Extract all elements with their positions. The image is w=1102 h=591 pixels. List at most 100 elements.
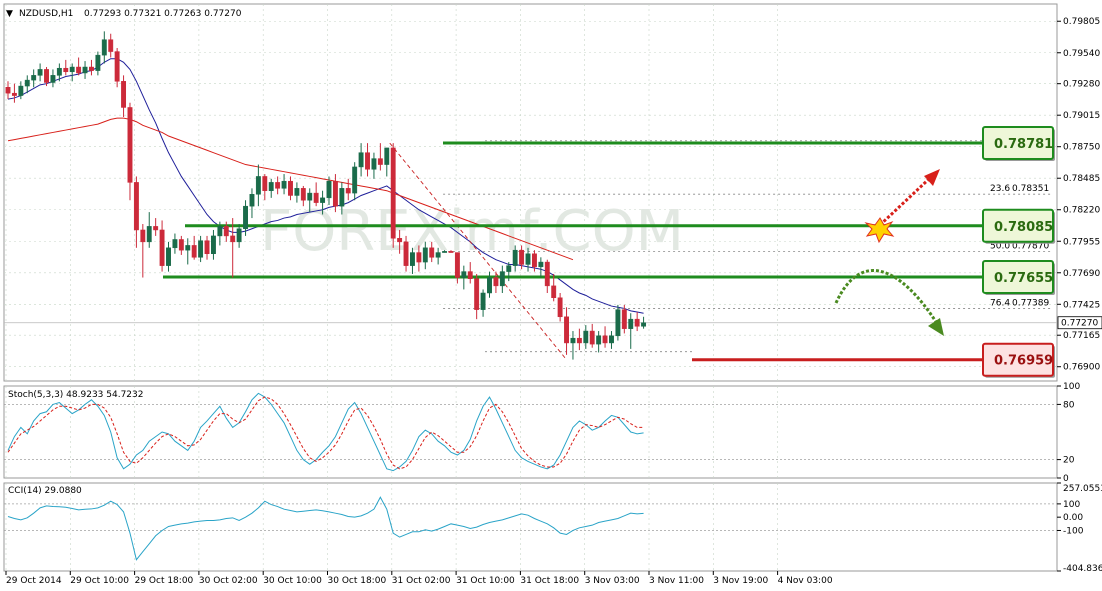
candle-body <box>589 330 595 345</box>
candle-body <box>519 249 525 265</box>
candle-body <box>56 67 62 76</box>
x-tick-label: 31 Oct 10:00 <box>456 576 515 586</box>
cci-tick-label: 100 <box>1063 500 1080 510</box>
candle-body <box>474 278 480 310</box>
candle-body <box>5 86 11 94</box>
candle-body <box>454 252 460 278</box>
candle-body <box>634 318 640 327</box>
y-tick-label: 0.79015 <box>1063 111 1100 121</box>
x-tick-label: 4 Nov 03:00 <box>778 576 833 586</box>
candle-body <box>531 253 537 268</box>
candle-body <box>499 271 505 287</box>
candle-body <box>249 194 255 207</box>
x-tick-label: 3 Nov 19:00 <box>713 576 768 586</box>
candle-body <box>525 253 531 265</box>
candle-body <box>332 180 338 207</box>
cci-title: CCI(14) 29.0880 <box>8 486 82 496</box>
x-tick-label: 31 Oct 18:00 <box>520 576 579 586</box>
x-tick-label: 29 Oct 2014 <box>6 576 62 586</box>
cci-tick-label: -404.8361 <box>1063 564 1102 574</box>
watermark: FOREXimf.COM <box>260 199 684 264</box>
candle-body <box>121 81 127 108</box>
candle-body <box>339 188 345 207</box>
candle-body <box>570 337 576 344</box>
candle-body <box>31 75 37 81</box>
candle-body <box>89 66 94 71</box>
candle-body <box>583 330 589 344</box>
candle-body <box>281 180 287 189</box>
candle-body <box>377 158 383 165</box>
y-tick-label: 0.79805 <box>1063 17 1100 27</box>
candle-body <box>320 197 326 203</box>
candle-body <box>63 67 69 73</box>
candle-body <box>108 39 114 52</box>
candle-body <box>198 240 204 258</box>
candle-body <box>18 85 24 96</box>
candle-body <box>345 188 351 194</box>
candle-body <box>185 245 191 251</box>
candle-body <box>95 54 101 71</box>
candle-body <box>371 158 377 170</box>
candle-body <box>307 192 313 201</box>
y-tick-label: 0.78750 <box>1063 143 1100 153</box>
fibo-level-label: 76.4 <box>990 299 1010 309</box>
candle-body <box>255 176 261 195</box>
candle-body <box>294 188 300 196</box>
candle-body <box>390 147 396 239</box>
level-label: 0.77655 <box>994 271 1053 286</box>
candle-body <box>429 247 435 258</box>
candle-body <box>127 107 133 183</box>
level-label: 0.78781 <box>994 137 1053 152</box>
x-tick-label: 29 Oct 18:00 <box>135 576 194 586</box>
ohlc-readout: 0.77293 0.77321 0.77263 0.77270 <box>84 9 242 19</box>
x-tick-label: 31 Oct 02:00 <box>392 576 451 586</box>
candle-body <box>506 265 512 272</box>
candle-body <box>76 66 82 74</box>
candle-body <box>512 249 518 266</box>
candle-body <box>628 318 634 329</box>
candle-body <box>114 51 120 82</box>
candle-body <box>538 261 544 268</box>
candle-body <box>236 228 242 243</box>
candle-body <box>621 309 627 329</box>
candle-body <box>448 251 454 253</box>
candle-body <box>44 69 49 83</box>
candle-body <box>358 152 364 168</box>
candle-body <box>300 188 306 201</box>
y-tick-label: 0.76900 <box>1063 363 1100 373</box>
y-tick-label: 0.77690 <box>1063 269 1100 279</box>
y-tick-label: 0.78485 <box>1063 174 1100 184</box>
cci-tick-label: -100 <box>1063 526 1084 536</box>
candle-body <box>576 337 582 344</box>
y-tick-label: 0.77425 <box>1063 300 1100 310</box>
candle-body <box>352 166 358 194</box>
candle-body <box>172 239 178 249</box>
current-price-label: 0.77270 <box>1061 319 1098 329</box>
candle-body <box>230 235 236 243</box>
cci-tick-label: 0.00 <box>1063 513 1083 523</box>
candle-body <box>275 182 281 189</box>
candle-body <box>410 252 415 266</box>
candle-body <box>69 66 75 73</box>
candle-body <box>422 247 428 263</box>
chart-window: FOREXimf.COM 23.6 0.78351 50.0 0.77870 76.4 0… <box>0 0 1102 591</box>
candle-body <box>288 180 293 196</box>
candle-body <box>641 322 647 327</box>
candle-body <box>461 271 467 278</box>
cci-tick-label: 257.0553 <box>1063 484 1102 494</box>
level-label: 0.78085 <box>994 220 1053 235</box>
dropdown-triangle-icon[interactable]: ▼ <box>6 9 13 19</box>
stoch-title: Stoch(5,3,3) 48.9233 54.7232 <box>8 390 143 400</box>
candle-body <box>101 39 107 56</box>
candle-body <box>435 252 441 258</box>
fibo-level-label: 23.6 <box>990 184 1010 194</box>
fibo-price-label: 0.77389 <box>1012 299 1049 309</box>
candle-body <box>365 152 370 170</box>
candle-body <box>37 69 43 76</box>
chart-canvas: FOREXimf.COM 23.6 0.7835150.0 0.7787076.4 0… <box>0 0 1102 591</box>
candle-body <box>442 251 448 253</box>
candle-body <box>615 309 621 337</box>
candle-body <box>326 180 332 199</box>
candle-body <box>551 285 557 299</box>
y-tick-label: 0.77165 <box>1063 331 1100 341</box>
